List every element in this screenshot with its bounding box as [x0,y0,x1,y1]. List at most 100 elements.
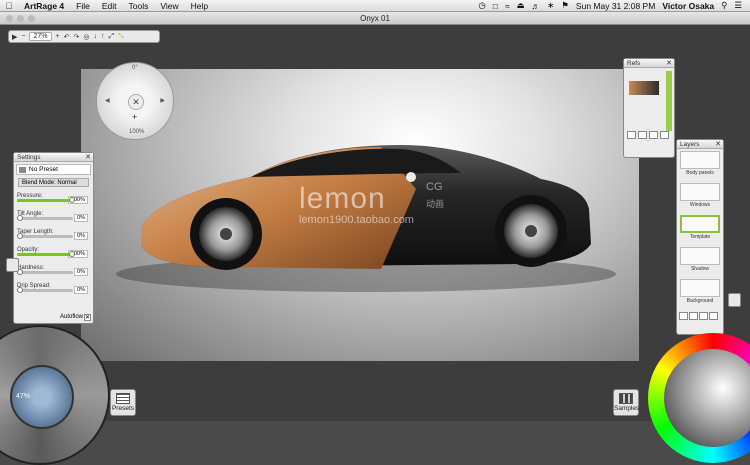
setting-value[interactable]: 0% [74,286,88,294]
layer-name: Body panels [686,170,714,176]
menu-view[interactable]: View [154,1,184,11]
redo-icon[interactable]: ↷ [73,33,79,41]
setting-slider[interactable] [17,199,73,202]
delete-ref-icon[interactable] [660,131,669,139]
slider-knob[interactable] [17,287,23,293]
layer-item[interactable]: Windows [680,183,720,213]
delete-layer-icon[interactable] [699,312,708,320]
layer-item[interactable]: Body panels [680,151,720,181]
eject-icon[interactable]: ⏏ [517,0,525,11]
zoom-level[interactable]: 27% [29,32,52,41]
menu-edit[interactable]: Edit [96,1,123,11]
display-icon[interactable]: □ [493,1,498,11]
menu-app[interactable]: ArtRage 4 [18,1,70,11]
bluetooth-icon[interactable]: ∗ [547,0,554,11]
setting-value[interactable]: 0% [74,214,88,222]
reset-icon[interactable]: ◎ [83,33,89,41]
volume-icon[interactable]: ♬ [532,1,541,11]
setting-row: Tilt Angle: 0% [17,208,90,223]
reference-thumbnail[interactable] [629,81,659,95]
watermark-url: lemon1900.taobao.com [299,214,414,226]
setting-slider[interactable] [17,235,73,238]
right-side-tab[interactable] [728,293,741,307]
layer-item[interactable]: Template [680,215,720,245]
presets-icon [116,393,130,404]
navigation-wheel[interactable]: 0° ◀ ▶ ✕ + 100% [96,62,174,140]
close-icon[interactable]: ✕ [85,153,91,162]
zoom-plus-button[interactable]: + [132,112,137,122]
setting-slider[interactable] [17,217,73,220]
setting-slider[interactable] [17,271,73,274]
reset-view-button[interactable]: ✕ [128,94,144,110]
zoom-out-button[interactable]: − [21,33,25,40]
setting-slider[interactable] [17,253,73,256]
window-controls [6,15,35,22]
autoflow-checkbox[interactable]: ✕ [84,314,91,321]
layer-folder-icon[interactable] [689,312,698,320]
minimize-button[interactable] [17,15,24,22]
top-toolbar: ▶ − 27% + ↶ ↷ ◎ ↓ ↑ ⤢ ⤡ [8,30,160,43]
layer-item[interactable]: Background [680,279,720,309]
pan-left-icon[interactable]: ◀ [105,97,110,104]
menu-file[interactable]: File [70,1,96,11]
add-ref-icon[interactable] [627,131,636,139]
slider-knob[interactable] [69,197,75,203]
zoom-in-button[interactable]: + [56,33,60,40]
apple-menu-icon[interactable]:  [0,1,18,11]
wifi-icon[interactable]: ≈ [505,1,510,11]
undo-icon[interactable]: ↶ [64,33,70,41]
spotlight-icon[interactable]: ⚲ [721,0,727,11]
preset-selector[interactable]: No Preset [16,164,91,175]
slider-knob[interactable] [69,251,75,257]
setting-row: Hardness: 0% [17,262,90,277]
layer-item[interactable]: Shadow [680,247,720,277]
left-side-tab[interactable] [6,258,19,272]
close-icon[interactable]: ✕ [666,59,672,68]
scale-label: 100% [129,129,145,135]
samples-label: Samples [614,405,640,412]
user-name[interactable]: Victor Osaka [662,1,714,11]
setting-value[interactable]: 0% [74,232,88,240]
save-icon[interactable]: ↓ [93,33,97,40]
layer-menu-icon[interactable] [709,312,718,320]
flag-icon[interactable]: ⚑ [561,0,569,11]
ref-settings-icon[interactable] [638,131,647,139]
color-shade-area[interactable] [664,349,750,447]
menu-bar:  ArtRage 4 File Edit Tools View Help ◷ … [0,0,750,12]
layer-name: Shadow [690,266,710,272]
pan-right-icon[interactable]: ▶ [160,97,165,104]
menu-help[interactable]: Help [185,1,214,11]
list-icon[interactable]: ☰ [734,0,742,11]
add-layer-icon[interactable] [679,312,688,320]
slider-knob[interactable] [17,215,23,221]
presets-button[interactable]: Presets [110,389,136,416]
menu-tools[interactable]: Tools [123,1,155,11]
watermark-logo: lemon [299,182,386,215]
rotation-label: 0° [132,65,138,71]
close-button[interactable] [6,15,13,22]
clock[interactable]: Sun May 31 2:08 PM [576,1,655,11]
refs-scrollbar[interactable] [666,71,672,131]
zoom-button[interactable] [28,15,35,22]
fullscreen-icon[interactable]: ⤢ [108,33,114,41]
setting-value[interactable]: 0% [74,268,88,276]
expand-icon[interactable]: ⤡ [118,33,124,41]
refs-title: Refs [627,60,641,67]
blend-mode-select[interactable]: Blend Mode: Normal [18,178,89,187]
share-icon[interactable]: ↑ [101,33,105,40]
layer-name: Windows [689,202,711,208]
slider-knob[interactable] [17,233,23,239]
close-icon[interactable]: ✕ [715,140,721,149]
ref-list-icon[interactable] [649,131,658,139]
layer-thumbnail [680,215,720,233]
refs-header: Refs ✕ [624,59,674,68]
status-area: ◷ □ ≈ ⏏ ♬ ∗ ⚑ Sun May 31 2:08 PM Victor … [478,0,750,11]
setting-row: Opacity: 100% [17,244,90,259]
layer-name: Background [686,298,714,304]
setting-slider[interactable] [17,289,73,292]
time-machine-icon[interactable]: ◷ [478,0,485,11]
samples-button[interactable]: Samples [613,389,639,416]
watermark-cn: 动画 [426,199,445,209]
refs-footer [627,131,669,139]
menu-icon[interactable]: ▶ [12,33,17,41]
